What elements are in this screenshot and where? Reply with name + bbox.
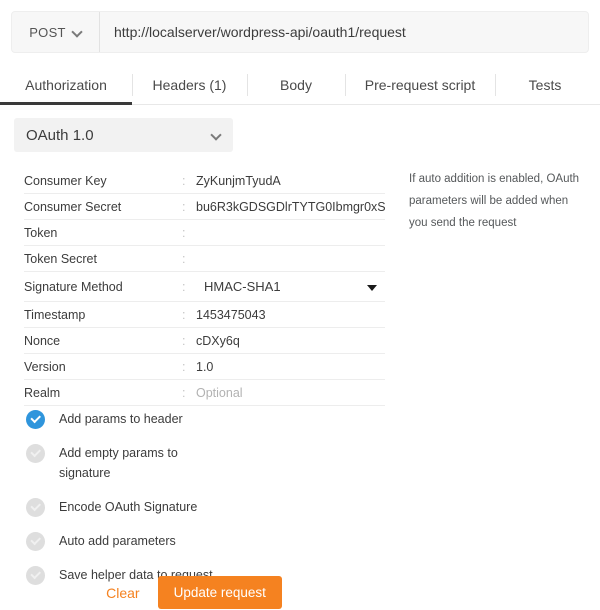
url-input[interactable]: http://localserver/wordpress-api/oauth1/… <box>100 12 588 52</box>
field-row-consumer-key: Consumer Key : ZyKunjmTyudA <box>24 168 385 194</box>
signature-method-dropdown[interactable]: HMAC-SHA1 <box>196 279 385 294</box>
timestamp-input[interactable]: 1453475043 <box>196 308 385 322</box>
tab-body[interactable]: Body <box>247 66 345 104</box>
option-add-empty-params-to-signature[interactable]: Add empty params to signature <box>26 443 356 483</box>
field-label: Timestamp <box>24 307 86 322</box>
field-colon: : <box>182 251 186 266</box>
http-method-label: POST <box>29 24 66 40</box>
auth-type-dropdown[interactable]: OAuth 1.0 <box>14 118 233 152</box>
consumer-key-input[interactable]: ZyKunjmTyudA <box>196 174 385 188</box>
field-colon: : <box>182 225 186 240</box>
http-method-dropdown[interactable]: POST <box>12 12 100 52</box>
auto-addition-help-text: If auto addition is enabled, OAuth param… <box>409 173 580 229</box>
update-request-button[interactable]: Update request <box>157 576 282 609</box>
field-row-timestamp: Timestamp : 1453475043 <box>24 302 385 328</box>
signature-method-value: HMAC-SHA1 <box>204 279 281 294</box>
field-label: Token Secret <box>24 251 97 266</box>
field-colon: : <box>182 173 186 188</box>
chevron-down-icon <box>212 131 221 140</box>
oauth-options-list: Add params to header Add empty params to… <box>26 409 356 599</box>
check-circle-icon[interactable] <box>26 532 45 551</box>
field-label: Version <box>24 359 66 374</box>
field-label: Consumer Key <box>24 173 107 188</box>
option-add-params-to-header[interactable]: Add params to header <box>26 409 356 429</box>
field-colon: : <box>182 385 186 400</box>
field-row-signature-method: Signature Method : HMAC-SHA1 <box>24 272 385 302</box>
tab-label: Headers (1) <box>152 77 227 93</box>
field-row-consumer-secret: Consumer Secret : bu6R3kGDSGDlrTYTG0Ibmg… <box>24 194 385 220</box>
request-url-bar: POST http://localserver/wordpress-api/oa… <box>11 11 589 53</box>
action-buttons: Clear Update request <box>0 576 384 609</box>
oauth-fields-table: Consumer Key : ZyKunjmTyudA Consumer Sec… <box>24 168 385 406</box>
field-colon: : <box>182 307 186 322</box>
tab-tests[interactable]: Tests <box>495 66 595 104</box>
auth-type-value: OAuth 1.0 <box>26 126 94 144</box>
tab-label: Body <box>280 77 312 93</box>
field-row-token-secret: Token Secret : <box>24 246 385 272</box>
clear-button[interactable]: Clear <box>102 579 143 607</box>
tab-headers[interactable]: Headers (1) <box>132 66 247 104</box>
field-row-nonce: Nonce : cDXy6q <box>24 328 385 354</box>
field-row-token: Token : <box>24 220 385 246</box>
request-tabs: Authorization Headers (1) Body Pre-reque… <box>0 66 600 105</box>
realm-input[interactable]: Optional <box>196 386 385 400</box>
field-colon: : <box>182 359 186 374</box>
tab-authorization[interactable]: Authorization <box>0 66 132 105</box>
option-auto-add-parameters[interactable]: Auto add parameters <box>26 531 356 551</box>
field-colon: : <box>182 333 186 348</box>
caret-down-icon <box>367 284 377 291</box>
tab-label: Pre-request script <box>364 77 476 93</box>
option-label: Encode OAuth Signature <box>59 500 198 514</box>
consumer-secret-input[interactable]: bu6R3kGDSGDlrTYTG0Ibmgr0xSh <box>196 200 385 214</box>
field-label: Realm <box>24 385 61 400</box>
check-circle-icon[interactable] <box>26 498 45 517</box>
chevron-down-icon <box>73 28 82 37</box>
option-label: Add params to header <box>59 412 183 426</box>
option-encode-oauth-signature[interactable]: Encode OAuth Signature <box>26 497 356 517</box>
field-label: Consumer Secret <box>24 199 122 214</box>
check-circle-icon[interactable] <box>26 410 45 429</box>
tab-label: Authorization <box>25 77 107 93</box>
version-input[interactable]: 1.0 <box>196 360 385 374</box>
option-label: Auto add parameters <box>59 534 176 548</box>
option-label: Add empty params to signature <box>59 446 178 480</box>
field-colon: : <box>182 279 186 294</box>
field-label: Signature Method <box>24 279 123 294</box>
field-row-realm: Realm : Optional <box>24 380 385 406</box>
tab-label: Tests <box>528 77 562 93</box>
field-colon: : <box>182 199 186 214</box>
field-row-version: Version : 1.0 <box>24 354 385 380</box>
tab-pre-request-script[interactable]: Pre-request script <box>345 66 495 104</box>
nonce-input[interactable]: cDXy6q <box>196 334 385 348</box>
field-label: Nonce <box>24 333 61 348</box>
field-label: Token <box>24 225 58 240</box>
check-circle-icon[interactable] <box>26 444 45 463</box>
